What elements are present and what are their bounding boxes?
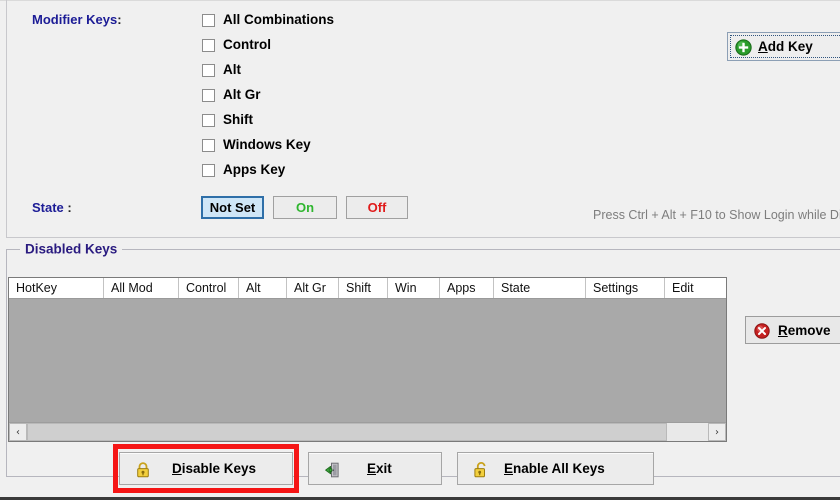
- checkbox-apps-key[interactable]: Apps Key: [202, 162, 285, 178]
- scrollbar-track[interactable]: [27, 423, 708, 441]
- state-button-not-set[interactable]: Not Set: [201, 196, 264, 219]
- exit-accel-char: E: [367, 461, 377, 476]
- state-button-on[interactable]: On: [273, 196, 337, 219]
- login-hint-text: Press Ctrl + Alt + F10 to Show Login whi…: [593, 208, 840, 222]
- column-header-apps[interactable]: Apps: [440, 278, 494, 298]
- checkbox-label-control: Control: [223, 37, 271, 52]
- column-header-alt[interactable]: Alt: [239, 278, 287, 298]
- modifier-group-frame: [6, 0, 840, 238]
- checkbox-box-alt[interactable]: [202, 63, 215, 77]
- add-key-button[interactable]: Add Key: [727, 32, 840, 61]
- exit-door-icon: [325, 462, 339, 478]
- state-button-not-set-label: Not Set: [209, 200, 256, 215]
- disable-keys-button-label: Disable Keys: [172, 461, 256, 476]
- state-label-colon: :: [67, 200, 72, 215]
- disable-keys-button[interactable]: Disable Keys: [119, 452, 293, 485]
- listview-horizontal-scrollbar[interactable]: ‹ ›: [9, 422, 726, 441]
- disabled-keys-listview[interactable]: HotKey All Mod Control Alt Alt Gr Shift …: [8, 277, 727, 442]
- state-label-text: State: [32, 200, 64, 215]
- checkbox-box-all-combinations[interactable]: [202, 13, 215, 27]
- checkbox-label-shift: Shift: [223, 112, 253, 127]
- remove-button-label: Remove: [778, 323, 831, 338]
- column-header-alt-gr[interactable]: Alt Gr: [287, 278, 339, 298]
- state-button-off-label: Off: [367, 200, 387, 215]
- checkbox-all-combinations[interactable]: All Combinations: [202, 12, 334, 28]
- column-header-hotkey[interactable]: HotKey: [9, 278, 104, 298]
- delete-circle-icon: [754, 323, 770, 339]
- label-colon: :: [117, 12, 122, 27]
- state-button-on-label: On: [295, 200, 315, 215]
- modifier-keys-label-text: Modifier Keys: [32, 12, 118, 27]
- remove-accel-char: R: [778, 322, 788, 338]
- scroll-right-arrow-icon[interactable]: ›: [708, 423, 726, 441]
- exit-button[interactable]: Exit: [308, 452, 442, 485]
- column-header-control[interactable]: Control: [179, 278, 239, 298]
- checkbox-label-apps-key: Apps Key: [223, 162, 286, 177]
- plus-circle-icon: [735, 39, 752, 56]
- exit-button-label: Exit: [367, 461, 392, 476]
- checkbox-box-windows-key[interactable]: [202, 138, 215, 152]
- scroll-left-arrow-icon[interactable]: ‹: [9, 423, 27, 441]
- checkbox-box-shift[interactable]: [202, 113, 215, 127]
- checkbox-label-windows-key: Windows Key: [223, 137, 311, 152]
- checkbox-box-control[interactable]: [202, 38, 215, 52]
- remove-label-rest: emove: [787, 322, 831, 338]
- state-label: State :: [32, 200, 72, 215]
- state-button-off[interactable]: Off: [346, 196, 408, 219]
- checkbox-box-alt-gr[interactable]: [202, 88, 215, 102]
- enable-all-keys-button[interactable]: Enable All Keys: [457, 452, 654, 485]
- column-header-shift[interactable]: Shift: [339, 278, 388, 298]
- checkbox-windows-key[interactable]: Windows Key: [202, 137, 311, 153]
- add-key-label-rest: dd Key: [767, 39, 813, 54]
- app-window: Modifier Keys: All Combinations Control …: [0, 0, 840, 500]
- padlock-open-icon: [474, 462, 486, 478]
- modifier-keys-label: Modifier Keys:: [32, 12, 122, 27]
- disable-keys-label-rest: isable Keys: [181, 461, 257, 476]
- column-header-win[interactable]: Win: [388, 278, 440, 298]
- checkbox-alt-gr[interactable]: Alt Gr: [202, 87, 261, 103]
- checkbox-control[interactable]: Control: [202, 37, 271, 53]
- padlock-closed-icon: [137, 462, 149, 478]
- column-header-state[interactable]: State: [494, 278, 586, 298]
- add-key-button-label: Add Key: [758, 39, 813, 54]
- exit-label-rest: xit: [376, 461, 392, 476]
- scrollbar-thumb[interactable]: [27, 423, 668, 441]
- listview-header-row: HotKey All Mod Control Alt Alt Gr Shift …: [9, 278, 726, 299]
- enable-all-keys-label-rest: nable All Keys: [513, 461, 605, 476]
- enable-all-keys-button-label: Enable All Keys: [504, 461, 605, 476]
- listview-body-empty[interactable]: [9, 299, 726, 422]
- enable-all-keys-accel-char: E: [504, 461, 514, 476]
- checkbox-label-alt: Alt: [223, 62, 241, 77]
- add-key-accel-char: A: [758, 39, 768, 54]
- disable-keys-accel-char: D: [172, 461, 182, 476]
- column-header-settings[interactable]: Settings: [586, 278, 665, 298]
- checkbox-shift[interactable]: Shift: [202, 112, 253, 128]
- checkbox-label-alt-gr: Alt Gr: [223, 87, 261, 102]
- column-header-edit[interactable]: Edit: [665, 278, 725, 298]
- checkbox-label-all-combinations: All Combinations: [223, 12, 334, 27]
- column-header-all-mod[interactable]: All Mod: [104, 278, 179, 298]
- remove-button[interactable]: Remove: [745, 316, 840, 344]
- disabled-keys-group-label: Disabled Keys: [20, 241, 123, 257]
- checkbox-alt[interactable]: Alt: [202, 62, 241, 78]
- checkbox-box-apps-key[interactable]: [202, 163, 215, 177]
